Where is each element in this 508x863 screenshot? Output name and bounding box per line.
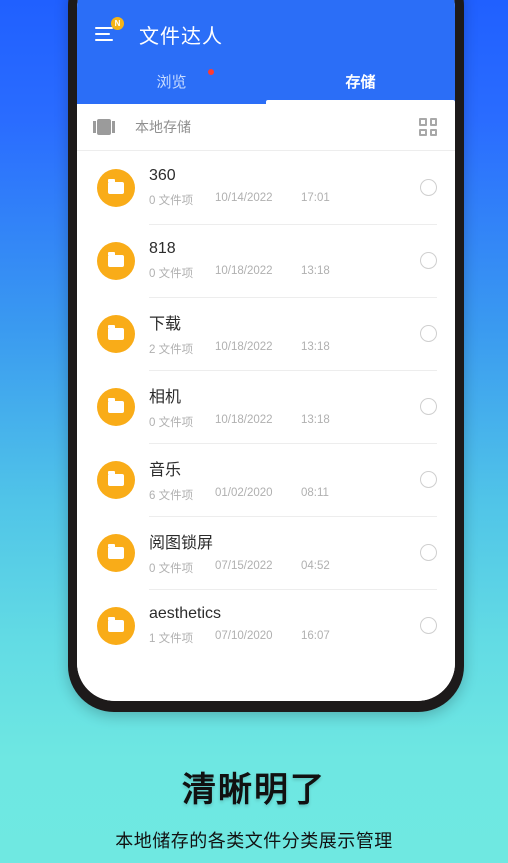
app-bar: N 文件达人 浏览 存储 bbox=[77, 0, 455, 104]
folder-date: 01/02/2020 bbox=[215, 487, 273, 499]
folder-name: 818 bbox=[149, 240, 176, 257]
folder-date: 10/14/2022 bbox=[215, 192, 273, 204]
folder-time: 13:18 bbox=[301, 414, 330, 426]
promo-headline: 清晰明了 bbox=[182, 771, 326, 809]
table-row[interactable]: aesthetics 1 文件项 07/10/2020 16:07 bbox=[97, 589, 437, 662]
folder-date: 07/15/2022 bbox=[215, 560, 273, 572]
folder-icon bbox=[97, 387, 135, 426]
folder-meta: 0 文件项 07/15/2022 04:52 bbox=[149, 560, 410, 576]
phone-screen: N 文件达人 浏览 存储 本地存储 360 0 文件项 10/14/2022 1… bbox=[77, 0, 455, 701]
storage-header-label: 本地存储 bbox=[135, 119, 191, 135]
folder-item-count: 6 文件项 bbox=[149, 490, 194, 502]
memory-chip-icon bbox=[93, 119, 115, 135]
file-list: 360 0 文件项 10/14/2022 17:01 818 0 文件项 10/… bbox=[77, 151, 455, 662]
folder-icon bbox=[97, 460, 135, 499]
folder-meta: 2 文件项 10/18/2022 13:18 bbox=[149, 341, 410, 357]
row-text-block: 音乐 6 文件项 01/02/2020 08:11 bbox=[149, 456, 410, 503]
folder-name: 音乐 bbox=[149, 462, 182, 479]
folder-meta: 0 文件项 10/18/2022 13:18 bbox=[149, 265, 410, 281]
folder-item-count: 0 文件项 bbox=[149, 417, 194, 429]
tab-browse-dot-icon bbox=[207, 69, 214, 75]
menu-notification-badge: N bbox=[111, 17, 124, 30]
folder-meta: 1 文件项 07/10/2020 16:07 bbox=[149, 630, 410, 646]
folder-time: 13:18 bbox=[301, 341, 330, 353]
row-text-block: 818 0 文件项 10/18/2022 13:18 bbox=[149, 240, 410, 281]
table-row[interactable]: 下载 2 文件项 10/18/2022 13:18 bbox=[97, 297, 437, 370]
phone-mockup: N 文件达人 浏览 存储 本地存储 360 0 文件项 10/14/2022 1… bbox=[68, 0, 464, 712]
promo-caption: 清晰明了 本地储存的各类文件分类展示管理 bbox=[0, 762, 508, 853]
folder-date: 10/18/2022 bbox=[215, 341, 273, 353]
grid-cell bbox=[419, 128, 427, 136]
folder-meta: 0 文件项 10/14/2022 17:01 bbox=[149, 192, 410, 208]
tab-browse[interactable]: 浏览 bbox=[77, 58, 266, 104]
folder-name: aesthetics bbox=[149, 605, 222, 622]
row-text-block: aesthetics 1 文件项 07/10/2020 16:07 bbox=[149, 605, 410, 646]
grid-cell bbox=[419, 118, 427, 126]
folder-item-count: 1 文件项 bbox=[149, 633, 194, 645]
table-row[interactable]: 360 0 文件项 10/14/2022 17:01 bbox=[97, 151, 437, 224]
row-select-radio[interactable] bbox=[420, 252, 437, 269]
row-text-block: 阅图锁屏 0 文件项 07/15/2022 04:52 bbox=[149, 529, 410, 576]
grid-cell bbox=[429, 118, 437, 126]
tab-storage[interactable]: 存储 bbox=[266, 58, 455, 104]
table-row[interactable]: 音乐 6 文件项 01/02/2020 08:11 bbox=[97, 443, 437, 516]
content-area: 本地存储 360 0 文件项 10/14/2022 17:01 818 0 文件… bbox=[77, 104, 455, 701]
row-text-block: 360 0 文件项 10/14/2022 17:01 bbox=[149, 167, 410, 208]
row-select-radio[interactable] bbox=[420, 544, 437, 561]
folder-time: 04:52 bbox=[301, 560, 330, 572]
folder-item-count: 0 文件项 bbox=[149, 195, 194, 207]
app-title: 文件达人 bbox=[139, 25, 223, 48]
folder-name: 360 bbox=[149, 167, 176, 184]
storage-header[interactable]: 本地存储 bbox=[77, 104, 455, 151]
grid-cell bbox=[429, 128, 437, 136]
tab-bar: 浏览 存储 bbox=[77, 58, 455, 104]
folder-item-count: 0 文件项 bbox=[149, 268, 194, 280]
folder-icon bbox=[97, 314, 135, 353]
folder-date: 07/10/2020 bbox=[215, 630, 273, 642]
folder-icon bbox=[97, 533, 135, 572]
promo-subtext: 本地储存的各类文件分类展示管理 bbox=[115, 831, 393, 851]
hamburger-line bbox=[95, 39, 113, 41]
grid-view-icon[interactable] bbox=[419, 118, 437, 136]
row-text-block: 下载 2 文件项 10/18/2022 13:18 bbox=[149, 310, 410, 357]
folder-item-count: 2 文件项 bbox=[149, 344, 194, 356]
hamburger-line bbox=[95, 27, 113, 29]
folder-time: 16:07 bbox=[301, 630, 330, 642]
row-select-radio[interactable] bbox=[420, 179, 437, 196]
row-select-radio[interactable] bbox=[420, 617, 437, 634]
tab-storage-label: 存储 bbox=[345, 73, 376, 91]
folder-icon bbox=[97, 168, 135, 207]
folder-date: 10/18/2022 bbox=[215, 414, 273, 426]
folder-date: 10/18/2022 bbox=[215, 265, 273, 277]
table-row[interactable]: 相机 0 文件项 10/18/2022 13:18 bbox=[97, 370, 437, 443]
row-select-radio[interactable] bbox=[420, 325, 437, 342]
row-select-radio[interactable] bbox=[420, 471, 437, 488]
folder-time: 08:11 bbox=[301, 487, 329, 499]
folder-name: 相机 bbox=[149, 389, 182, 406]
hamburger-line bbox=[95, 33, 110, 35]
hamburger-menu-icon[interactable]: N bbox=[95, 17, 124, 47]
folder-meta: 0 文件项 10/18/2022 13:18 bbox=[149, 414, 410, 430]
folder-icon bbox=[97, 606, 135, 645]
app-bar-top-row: N 文件达人 bbox=[77, 10, 455, 58]
folder-meta: 6 文件项 01/02/2020 08:11 bbox=[149, 487, 410, 503]
folder-icon bbox=[97, 241, 135, 280]
table-row[interactable]: 阅图锁屏 0 文件项 07/15/2022 04:52 bbox=[97, 516, 437, 589]
tab-active-indicator bbox=[266, 100, 455, 104]
folder-item-count: 0 文件项 bbox=[149, 563, 194, 575]
table-row[interactable]: 818 0 文件项 10/18/2022 13:18 bbox=[97, 224, 437, 297]
row-select-radio[interactable] bbox=[420, 398, 437, 415]
folder-time: 13:18 bbox=[301, 265, 330, 277]
folder-name: 阅图锁屏 bbox=[149, 535, 214, 552]
folder-time: 17:01 bbox=[301, 192, 330, 204]
row-text-block: 相机 0 文件项 10/18/2022 13:18 bbox=[149, 383, 410, 430]
tab-browse-label: 浏览 bbox=[156, 73, 187, 91]
folder-name: 下载 bbox=[149, 316, 182, 333]
